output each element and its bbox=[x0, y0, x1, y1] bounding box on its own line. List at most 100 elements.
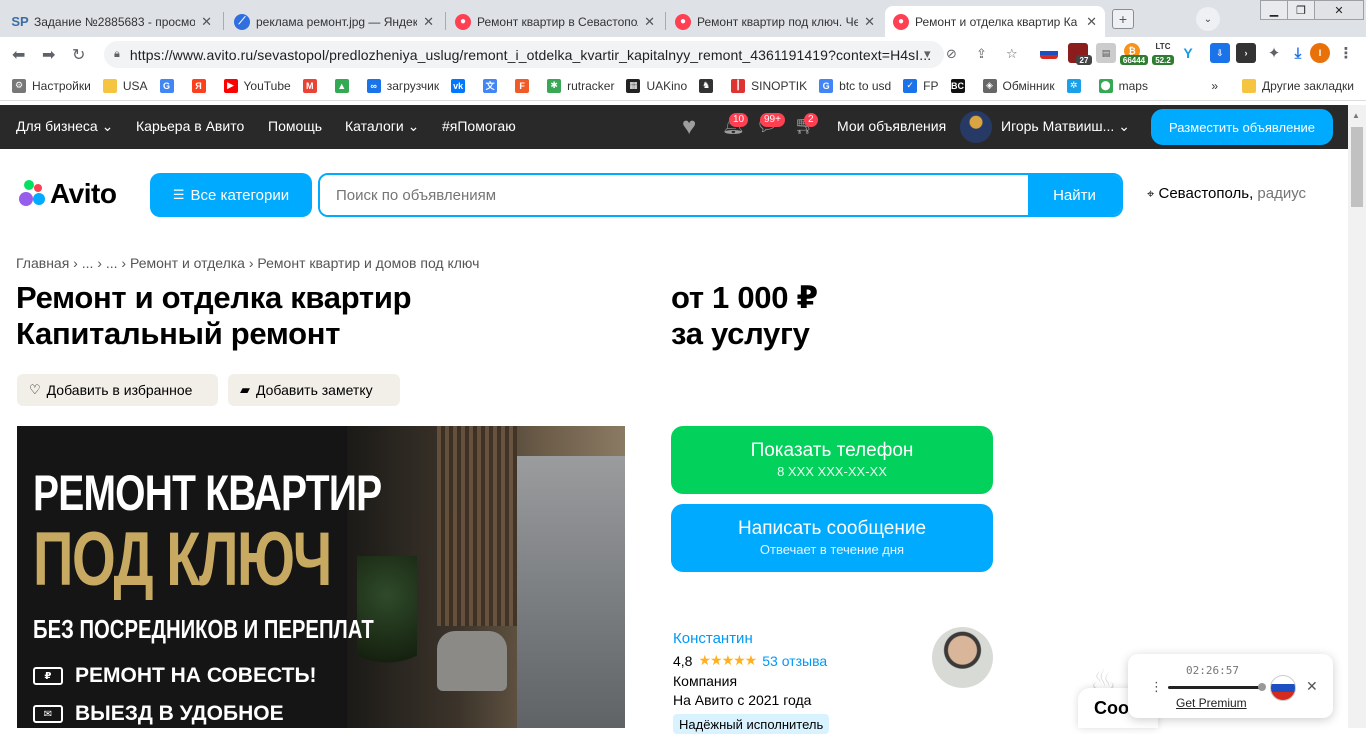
add-favorite-button[interactable]: ♡ Добавить в избранное bbox=[17, 374, 218, 406]
for-business-menu[interactable]: Для бизнеса ⌄ bbox=[16, 118, 113, 135]
ya-pomogayu-link[interactable]: #яПомогаю bbox=[442, 118, 516, 134]
user-menu[interactable]: Игорь Матвииш... ⌄ bbox=[1001, 118, 1130, 135]
catalogs-menu[interactable]: Каталоги ⌄ bbox=[345, 118, 419, 135]
bookmark-star-icon[interactable]: ☆ bbox=[1006, 46, 1018, 62]
other-bookmarks-folder[interactable]: Другие закладки bbox=[1242, 78, 1354, 93]
bookmark-item[interactable]: ▦ UAKino bbox=[626, 78, 687, 93]
bookmark-item[interactable]: ∞ загрузчик bbox=[366, 78, 439, 93]
progress-knob[interactable] bbox=[1258, 683, 1266, 691]
maximize-button[interactable]: ❐ bbox=[1287, 0, 1315, 20]
share-icon[interactable]: ⇪ bbox=[976, 46, 987, 62]
bookmark-item[interactable]: BC bbox=[950, 78, 971, 93]
back-arrow-icon[interactable]: ⬅ bbox=[12, 45, 25, 65]
forward-arrow-icon[interactable]: ➡ bbox=[42, 45, 55, 65]
close-tab-icon[interactable]: ✕ bbox=[1086, 14, 1097, 30]
progress-bar[interactable] bbox=[1168, 686, 1264, 689]
add-note-button[interactable]: ▰ Добавить заметку bbox=[228, 374, 400, 406]
bookmark-item[interactable]: F bbox=[515, 78, 535, 93]
bookmark-item[interactable]: M bbox=[302, 78, 323, 93]
close-icon[interactable]: ✕ bbox=[1306, 678, 1318, 695]
browser-tab-active[interactable]: ● Ремонт и отделка квартир Ка ✕ bbox=[885, 6, 1105, 37]
bookmark-item[interactable]: USA bbox=[102, 78, 148, 93]
downloads-icon[interactable]: ⤓ bbox=[1288, 43, 1308, 63]
address-bar[interactable]: 🔒︎ https://www.avito.ru/sevastopol/predl… bbox=[104, 41, 944, 68]
bookmark-item[interactable]: ▶ YouTube bbox=[223, 78, 291, 93]
user-avatar[interactable] bbox=[960, 111, 992, 143]
bookmarks-overflow-button[interactable]: » bbox=[1211, 79, 1218, 93]
v-extension-icon[interactable]: Y bbox=[1178, 43, 1198, 63]
browser-tab[interactable]: ● Ремонт квартир в Севастополе ✕ bbox=[447, 6, 663, 37]
help-link[interactable]: Помощь bbox=[268, 118, 322, 134]
page-scrollbar[interactable]: ▲ bbox=[1348, 105, 1366, 728]
vk-icon: vk bbox=[451, 78, 466, 93]
bookmark-item[interactable]: G bbox=[159, 78, 180, 93]
seller-name-link[interactable]: Константин bbox=[673, 630, 753, 647]
bookmark-item[interactable]: ┃ SINOPTIK bbox=[731, 78, 807, 93]
seller-rating: 4,8 ★★★★★ 53 отзыва bbox=[673, 652, 828, 669]
bookmark-item[interactable]: ⚙ Настройки bbox=[12, 78, 91, 93]
dark-extension-icon[interactable]: › bbox=[1236, 43, 1256, 63]
my-ads-link[interactable]: Мои объявления bbox=[837, 118, 946, 134]
ruble-bill-icon: ₽ bbox=[33, 667, 63, 685]
close-tab-icon[interactable]: ✕ bbox=[644, 14, 655, 30]
yandex-disk-icon: ⟋ bbox=[234, 13, 250, 30]
bookmark-item[interactable]: ♞ bbox=[699, 78, 719, 93]
bookmark-item[interactable]: Я bbox=[191, 78, 212, 93]
browser-tab[interactable]: ⟋ реклама ремонт.jpg — Яндекс ✕ bbox=[226, 6, 442, 37]
bookmark-item[interactable]: ✓ FP bbox=[903, 78, 939, 93]
close-window-button[interactable]: ✕ bbox=[1314, 0, 1364, 20]
listing-photo[interactable]: РЕМОНТ КВАРТИР ПОД КЛЮЧ БЕЗ ПОСРЕДНИКОВ … bbox=[17, 426, 625, 728]
bookmark-item[interactable]: ✱ rutracker bbox=[547, 78, 614, 93]
avito-logo-icon bbox=[16, 178, 48, 210]
dropdown-icon[interactable]: ▾ bbox=[924, 46, 931, 62]
youtube-icon: ▶ bbox=[223, 78, 238, 93]
scrollbar-thumb[interactable] bbox=[1351, 127, 1363, 207]
vpn-flag-icon[interactable] bbox=[1040, 47, 1058, 59]
close-tab-icon[interactable]: ✕ bbox=[423, 14, 434, 30]
breadcrumb-home[interactable]: Главная bbox=[16, 255, 69, 271]
briefcase-icon[interactable]: ▤ bbox=[1096, 43, 1116, 63]
post-ad-button[interactable]: Разместить объявление bbox=[1151, 109, 1333, 145]
menu-kebab-icon[interactable]: ⋮ bbox=[1336, 43, 1356, 63]
search-input[interactable]: Поиск по объявлениям bbox=[320, 175, 1030, 215]
bookmark-item[interactable]: 文 bbox=[483, 78, 503, 93]
bookmark-item[interactable]: ▲ bbox=[334, 78, 355, 93]
bookmark-item[interactable]: ◈ Обмінник bbox=[982, 78, 1055, 93]
favorites-heart-icon[interactable]: ♥ bbox=[682, 113, 696, 141]
breadcrumb-turnkey[interactable]: Ремонт квартир и домов под ключ bbox=[257, 255, 479, 271]
close-tab-icon[interactable]: ✕ bbox=[201, 14, 212, 30]
minimize-button[interactable]: ▁ bbox=[1260, 0, 1288, 20]
avito-logo[interactable]: Avito bbox=[16, 178, 117, 210]
career-link[interactable]: Карьера в Авито bbox=[136, 118, 244, 134]
new-tab-button[interactable]: + bbox=[1112, 9, 1134, 29]
bookmark-item[interactable]: Gbtc to usd bbox=[819, 78, 891, 93]
write-message-button[interactable]: Написать сообщение Отвечает в течение дн… bbox=[671, 504, 993, 572]
bookmark-item[interactable]: vk bbox=[451, 78, 471, 93]
breadcrumb-ellipsis[interactable]: ... bbox=[82, 255, 94, 271]
reload-icon[interactable]: ↻ bbox=[72, 45, 85, 65]
profile-avatar[interactable]: I bbox=[1310, 43, 1330, 63]
russia-flag-icon[interactable] bbox=[1270, 675, 1296, 701]
seller-since: На Авито с 2021 года bbox=[673, 692, 812, 708]
browser-tab[interactable]: ● Ремонт квартир под ключ. Че ✕ bbox=[667, 6, 883, 37]
close-tab-icon[interactable]: ✕ bbox=[864, 14, 875, 30]
download-extension-icon[interactable]: ⇩ bbox=[1210, 43, 1230, 63]
reliable-badge: Надёжный исполнитель bbox=[673, 714, 830, 734]
puzzle-icon[interactable]: ✦ bbox=[1264, 43, 1284, 63]
breadcrumb-ellipsis[interactable]: ... bbox=[106, 255, 118, 271]
browser-tab[interactable]: SP Задание №2885683 - просмотр ✕ bbox=[4, 6, 220, 37]
bookmark-item[interactable]: ⬤ maps bbox=[1098, 78, 1148, 93]
bookmark-item[interactable]: ✲ bbox=[1066, 78, 1087, 93]
scroll-up-icon[interactable]: ▲ bbox=[1352, 111, 1360, 120]
drag-handle-icon[interactable]: ⋮ bbox=[1150, 679, 1163, 695]
translate-icon[interactable]: ⊘ bbox=[946, 46, 957, 62]
seller-avatar[interactable] bbox=[932, 627, 993, 688]
find-button[interactable]: Найти bbox=[1028, 175, 1121, 215]
all-categories-button[interactable]: ☰ Все категории bbox=[150, 173, 312, 217]
show-phone-button[interactable]: Показать телефон 8 XXX XXX-XX-XX bbox=[671, 426, 993, 494]
breadcrumb-repair[interactable]: Ремонт и отделка bbox=[130, 255, 245, 271]
reviews-link[interactable]: 53 отзыва bbox=[762, 653, 827, 669]
get-premium-link[interactable]: Get Premium bbox=[1176, 696, 1247, 710]
tab-search-icon[interactable]: ⌄ bbox=[1196, 7, 1220, 31]
location-selector[interactable]: ⌖ Севастополь, радиус bbox=[1147, 185, 1306, 202]
